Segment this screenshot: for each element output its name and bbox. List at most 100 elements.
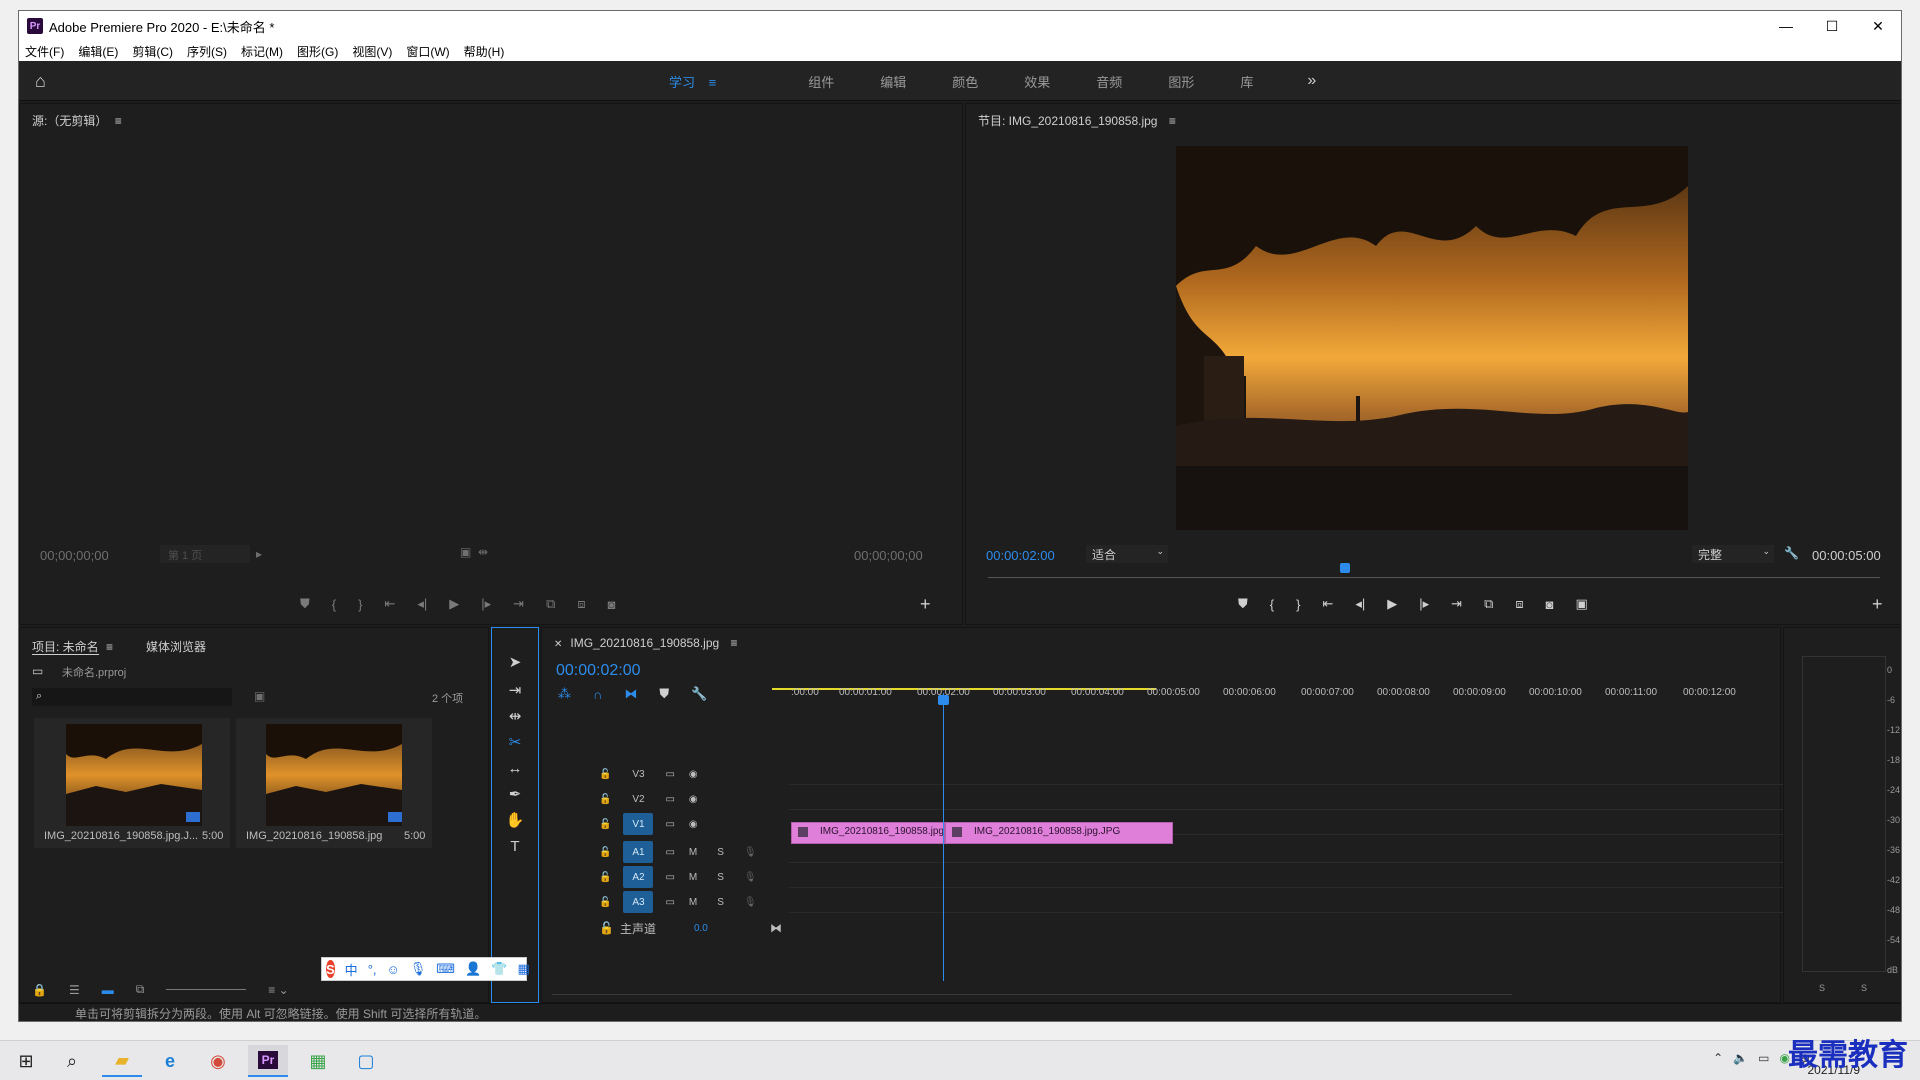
track-label[interactable]: V2: [623, 788, 653, 810]
windows-start-icon[interactable]: ⊞: [6, 1045, 46, 1077]
freeform-view-icon[interactable]: ⧉: [136, 982, 145, 997]
menu-file[interactable]: 文件(F): [25, 43, 64, 60]
home-icon[interactable]: ⌂: [35, 71, 57, 91]
user-icon[interactable]: 👤: [465, 961, 481, 977]
lock-icon[interactable]: 🔓: [599, 872, 611, 883]
track-a2[interactable]: [789, 864, 1871, 888]
overwrite-icon[interactable]: ⧈: [577, 596, 585, 612]
mark-in-icon[interactable]: {: [332, 597, 336, 612]
lock-icon[interactable]: 🔓: [599, 847, 611, 858]
step-forward-icon[interactable]: |▸: [1419, 596, 1429, 612]
ime-mode[interactable]: 中: [345, 960, 358, 979]
settings-icon[interactable]: ▣ ⇹: [460, 545, 488, 559]
track-v2[interactable]: [789, 786, 1871, 810]
keyboard-icon[interactable]: ⌨: [436, 961, 455, 977]
mic-icon[interactable]: 🎙: [744, 847, 757, 858]
track-label[interactable]: A2: [623, 866, 654, 888]
workspace-tab-editing[interactable]: 编辑: [880, 72, 906, 91]
lock-icon[interactable]: 🔒: [32, 983, 47, 997]
menu-view[interactable]: 视图(V): [352, 43, 392, 60]
extract-icon[interactable]: ⧈: [1515, 596, 1523, 612]
project-item[interactable]: IMG_20210816_190858.jpg.J... 5:00: [34, 718, 230, 848]
track-a3[interactable]: [789, 889, 1871, 913]
lock-icon[interactable]: 🔓: [599, 897, 611, 908]
chrome-icon[interactable]: ◉: [198, 1045, 238, 1077]
button-editor-icon[interactable]: +: [1872, 594, 1883, 615]
app-icon[interactable]: ▦: [298, 1045, 338, 1077]
type-tool-icon[interactable]: T: [498, 835, 532, 857]
wrench-icon[interactable]: 🔧: [1784, 546, 1799, 560]
workspace-menu-icon[interactable]: ≡: [709, 75, 717, 90]
close-button[interactable]: ✕: [1855, 11, 1901, 41]
play-arrow-icon[interactable]: ▸: [256, 547, 262, 561]
track-label[interactable]: A1: [623, 841, 654, 863]
razor-tool-icon[interactable]: ✂: [498, 731, 532, 753]
export-frame-icon[interactable]: ◙: [608, 597, 616, 612]
add-marker-icon[interactable]: ⛊: [659, 686, 669, 702]
clip[interactable]: IMG_20210816_190858.jpg.JPG: [945, 822, 1173, 844]
panel-menu-icon[interactable]: ≡: [106, 640, 113, 654]
eye-icon[interactable]: ◉: [689, 794, 698, 805]
ripple-edit-tool-icon[interactable]: ⇹: [498, 705, 532, 727]
insert-icon[interactable]: ⧉: [546, 596, 555, 612]
toggle-sync-icon[interactable]: ▭: [665, 847, 674, 858]
file-explorer-icon[interactable]: ▰: [102, 1045, 142, 1077]
workspace-tab-effects[interactable]: 效果: [1024, 72, 1050, 91]
mute-button[interactable]: M: [689, 847, 697, 858]
lock-icon[interactable]: 🔓: [599, 819, 611, 830]
app-icon[interactable]: ▢: [346, 1045, 386, 1077]
source-page-select[interactable]: 第 1 页: [160, 545, 250, 563]
snap-icon[interactable]: ∩: [593, 687, 602, 702]
add-marker-icon[interactable]: ⛊: [1238, 596, 1248, 612]
maximize-button[interactable]: ☐: [1809, 11, 1855, 41]
toggle-sync-icon[interactable]: ▭: [665, 872, 674, 883]
export-frame-icon[interactable]: ◙: [1546, 597, 1554, 612]
go-to-out-icon[interactable]: ⇥: [1451, 596, 1462, 612]
workspace-tab-audio[interactable]: 音频: [1096, 72, 1122, 91]
eye-icon[interactable]: ◉: [689, 819, 698, 830]
ime-logo-icon[interactable]: S: [326, 960, 335, 978]
go-to-in-icon[interactable]: ⇤: [1322, 596, 1333, 612]
toolbox-icon[interactable]: ▦: [517, 961, 529, 977]
play-icon[interactable]: ▶: [1387, 596, 1397, 612]
solo-left-button[interactable]: S: [1819, 983, 1825, 993]
toggle-sync-icon[interactable]: ▭: [665, 794, 674, 805]
mark-out-icon[interactable]: }: [358, 597, 362, 612]
workspace-tab-color[interactable]: 颜色: [952, 72, 978, 91]
workspace-tab-libraries[interactable]: 库: [1240, 72, 1253, 91]
slip-tool-icon[interactable]: ↔: [498, 757, 532, 779]
panel-menu-icon[interactable]: ≡: [115, 114, 122, 128]
step-back-icon[interactable]: ◂|: [1355, 596, 1365, 612]
workspace-tab-assembly[interactable]: 组件: [808, 72, 834, 91]
menu-graphics[interactable]: 图形(G): [297, 43, 338, 60]
mute-button[interactable]: M: [689, 872, 697, 883]
menu-clip[interactable]: 剪辑(C): [132, 43, 173, 60]
tab-media-browser[interactable]: 媒体浏览器: [146, 638, 206, 655]
panel-menu-icon[interactable]: ≡: [1169, 114, 1176, 128]
toggle-sync-icon[interactable]: ▭: [665, 819, 674, 830]
sequence-tab[interactable]: IMG_20210816_190858.jpg: [570, 636, 719, 650]
step-back-icon[interactable]: ◂|: [417, 596, 427, 612]
linked-selection-icon[interactable]: ⧓: [624, 686, 637, 702]
lock-icon[interactable]: 🔓: [599, 794, 611, 805]
workspace-tab-graphics[interactable]: 图形: [1168, 72, 1194, 91]
track-label[interactable]: V1: [623, 813, 654, 835]
wrench-icon[interactable]: 🔧: [691, 686, 707, 702]
comparison-view-icon[interactable]: ▣: [1576, 596, 1588, 612]
menu-help[interactable]: 帮助(H): [464, 43, 505, 60]
lock-icon[interactable]: 🔓: [599, 921, 614, 935]
punctuation-icon[interactable]: °,: [368, 962, 377, 977]
go-to-out-icon[interactable]: ⇥: [513, 596, 524, 612]
premiere-taskbar-icon[interactable]: Pr: [248, 1045, 288, 1077]
timeline-scrollbar[interactable]: [552, 994, 1512, 995]
button-editor-icon[interactable]: +: [920, 594, 931, 615]
track-select-tool-icon[interactable]: ⇥: [498, 679, 532, 701]
master-volume[interactable]: 0.0: [694, 923, 708, 934]
tab-project[interactable]: 项目: 未命名: [32, 640, 99, 655]
mute-button[interactable]: M: [689, 897, 697, 908]
track-label[interactable]: V3: [623, 763, 653, 785]
go-to-in-icon[interactable]: ⇤: [384, 596, 395, 612]
chevron-up-icon[interactable]: ⌃: [1713, 1051, 1723, 1065]
search-input[interactable]: ⌕: [32, 688, 232, 706]
toggle-sync-icon[interactable]: ▭: [665, 897, 674, 908]
